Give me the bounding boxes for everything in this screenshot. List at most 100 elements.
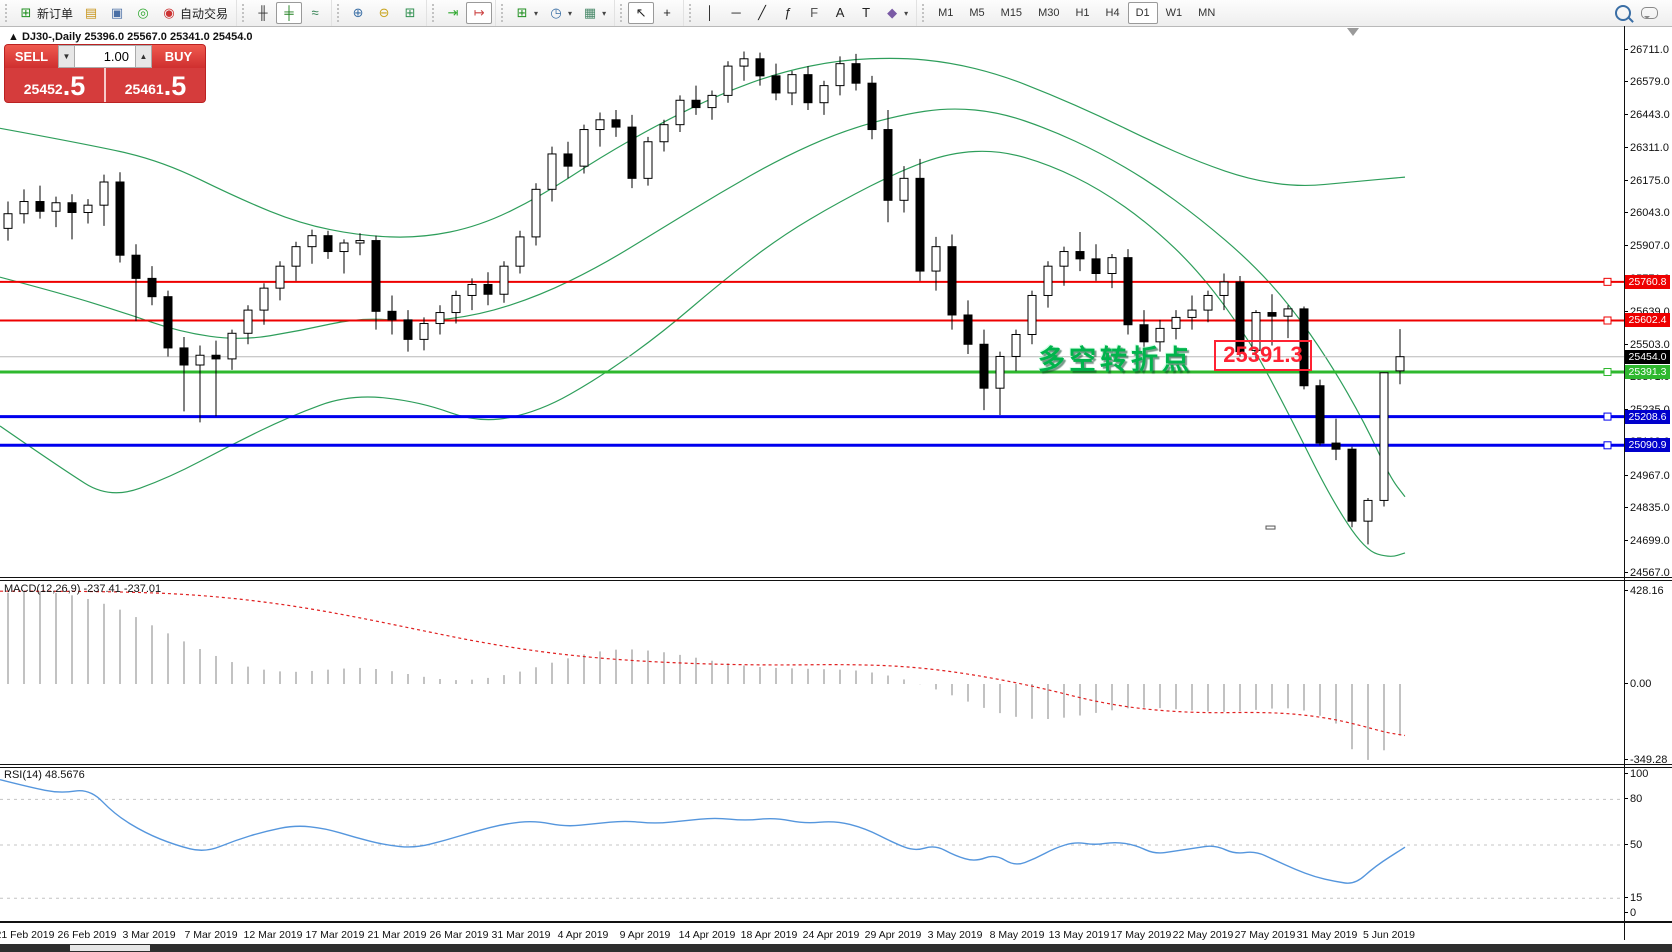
auto-scroll-button[interactable]: ⇥ <box>440 2 466 24</box>
main-toolbar: ⊞新订单▤▣◎◉自动交易╫╪≈⊕⊖⊞⇥↦⊞▾◷▾▦▾↖+│─╱ƒFAT◆▾M1M… <box>0 0 1672 27</box>
templates-button[interactable]: ▦▾ <box>577 2 611 24</box>
market-watch-icon[interactable]: ▤ <box>78 2 104 24</box>
sell-price[interactable]: 25452.5 <box>5 68 104 102</box>
timeframe-h4[interactable]: H4 <box>1098 2 1128 24</box>
collapse-icon[interactable]: ▲ <box>8 31 19 43</box>
arrows-button[interactable]: ◆▾ <box>879 2 913 24</box>
dropdown-caret-icon[interactable]: ▾ <box>602 9 606 18</box>
timeframe-m1[interactable]: M1 <box>930 2 961 24</box>
chart-shift-button[interactable]: ↦ <box>466 2 492 24</box>
toolbar-grip[interactable] <box>689 4 695 22</box>
bollinger-upper-band <box>0 58 1405 237</box>
macd-indicator-label: MACD(12,26,9) -237.41 -237.01 <box>4 583 161 595</box>
fibonacci-button[interactable]: ƒ <box>775 2 801 24</box>
trendline-button[interactable]: ╱ <box>749 2 775 24</box>
main-chart-svg[interactable] <box>0 26 1624 577</box>
zoom-out-button[interactable]: ⊖ <box>371 2 397 24</box>
terminal-icon[interactable]: ▣ <box>104 2 130 24</box>
rsi-indicator-label: RSI(14) 48.5676 <box>4 769 85 781</box>
turning-point-value-box[interactable]: 25391.3 <box>1214 340 1312 371</box>
chart-shift-marker[interactable] <box>1347 28 1359 42</box>
price-chip-25391.3: 25391.3 <box>1625 365 1670 379</box>
signals-icon[interactable]: ◎ <box>130 2 156 24</box>
chart-line-icon[interactable]: ≈ <box>302 2 328 24</box>
dash-marker[interactable] <box>1266 526 1275 529</box>
toolbar-grip[interactable] <box>432 4 438 22</box>
chart-bars-icon-icon: ╫ <box>255 5 271 21</box>
pane-separator[interactable] <box>0 580 1672 581</box>
timeframe-m30[interactable]: M30 <box>1030 2 1067 24</box>
hline-handle[interactable] <box>1604 369 1611 376</box>
tile-windows-icon-icon: ⊞ <box>402 5 418 21</box>
toolbar-grip[interactable] <box>242 4 248 22</box>
auto-trading-button[interactable]: ◉自动交易 <box>156 2 233 24</box>
chat-icon[interactable] <box>1641 7 1658 19</box>
text-button[interactable]: A <box>827 2 853 24</box>
hline-handle[interactable] <box>1604 317 1611 324</box>
ohlc-values: 25396.0 25567.0 25341.0 25454.0 <box>84 31 252 43</box>
chart-bars-icon[interactable]: ╫ <box>250 2 276 24</box>
timeframe-h1[interactable]: H1 <box>1067 2 1097 24</box>
period-clock-button[interactable]: ◷▾ <box>543 2 577 24</box>
macd-signal-line <box>0 591 1405 735</box>
tile-windows-icon[interactable]: ⊞ <box>397 2 423 24</box>
sell-price-big: .5 <box>63 73 86 100</box>
rsi-svg[interactable] <box>0 767 1624 921</box>
buy-button[interactable]: BUY <box>152 45 205 68</box>
dropdown-caret-icon[interactable]: ▾ <box>568 9 572 18</box>
zoom-in-button[interactable]: ⊕ <box>345 2 371 24</box>
buy-price-main: 25461 <box>125 78 164 100</box>
chart-candles-icon[interactable]: ╪ <box>276 2 302 24</box>
cursor-icon: ↖ <box>633 5 649 21</box>
templates-icon: ▦ <box>582 5 598 21</box>
price-tick: 26443.0 <box>1630 109 1672 121</box>
new-chart-button[interactable]: ⊞▾ <box>509 2 543 24</box>
dropdown-caret-icon[interactable]: ▾ <box>534 9 538 18</box>
toolbar-grip[interactable] <box>501 4 507 22</box>
buy-price[interactable]: 25461.5 <box>106 68 205 102</box>
hline-handle[interactable] <box>1604 442 1611 449</box>
toolbar-group: ╫ ╪ ≈ <box>236 0 331 26</box>
cursor-button[interactable]: ↖ <box>628 2 654 24</box>
channel-button[interactable]: F <box>801 2 827 24</box>
price-tick: 24835.0 <box>1630 502 1672 514</box>
timeframe-m15[interactable]: M15 <box>993 2 1030 24</box>
timeframe-w1[interactable]: W1 <box>1158 2 1191 24</box>
chart-line-icon-icon: ≈ <box>307 5 323 21</box>
volume-up-stepper[interactable]: ▲ <box>135 45 152 68</box>
label-button[interactable]: T <box>853 2 879 24</box>
pane-separator[interactable] <box>0 767 1672 768</box>
search-icon[interactable] <box>1615 5 1631 21</box>
toolbar-grip[interactable] <box>337 4 343 22</box>
dropdown-caret-icon[interactable]: ▾ <box>904 9 908 18</box>
macd-svg[interactable] <box>0 581 1624 764</box>
hline-button[interactable]: ─ <box>723 2 749 24</box>
label-icon: T <box>858 5 874 21</box>
buy-price-big: .5 <box>164 73 187 100</box>
pane-separator[interactable] <box>0 577 1672 578</box>
hline-handle[interactable] <box>1604 278 1611 285</box>
toolbar-group: │─╱ƒFAT ◆▾ <box>683 0 916 26</box>
crosshair-button[interactable]: + <box>654 2 680 24</box>
crosshair-icon: + <box>659 5 675 21</box>
timeframe-m5[interactable]: M5 <box>961 2 992 24</box>
vline-button[interactable]: │ <box>697 2 723 24</box>
bottom-status-strip <box>0 944 1672 952</box>
price-chip-25090.9: 25090.9 <box>1625 438 1670 452</box>
volume-down-stepper[interactable]: ▼ <box>58 45 75 68</box>
volume-input[interactable]: 1.00 <box>75 45 135 68</box>
timeframe-mn[interactable]: MN <box>1190 2 1223 24</box>
sell-button[interactable]: SELL <box>5 45 58 68</box>
new-order-button[interactable]: ⊞新订单 <box>13 2 78 24</box>
price-tick: 26711.0 <box>1630 44 1672 56</box>
pane-separator[interactable] <box>0 764 1672 765</box>
new-chart-icon: ⊞ <box>514 5 530 21</box>
toolbar-group: ⊞▾◷▾▦▾ <box>495 0 614 26</box>
toolbar-grip[interactable] <box>620 4 626 22</box>
toolbar-grip[interactable] <box>5 4 11 22</box>
hline-handle[interactable] <box>1604 413 1611 420</box>
timeframe-d1[interactable]: D1 <box>1128 2 1158 24</box>
toolbar-grip[interactable] <box>922 4 928 22</box>
turning-point-annotation[interactable]: 多空转折点 <box>1038 338 1193 377</box>
macd-tick: 428.16 <box>1630 585 1672 597</box>
